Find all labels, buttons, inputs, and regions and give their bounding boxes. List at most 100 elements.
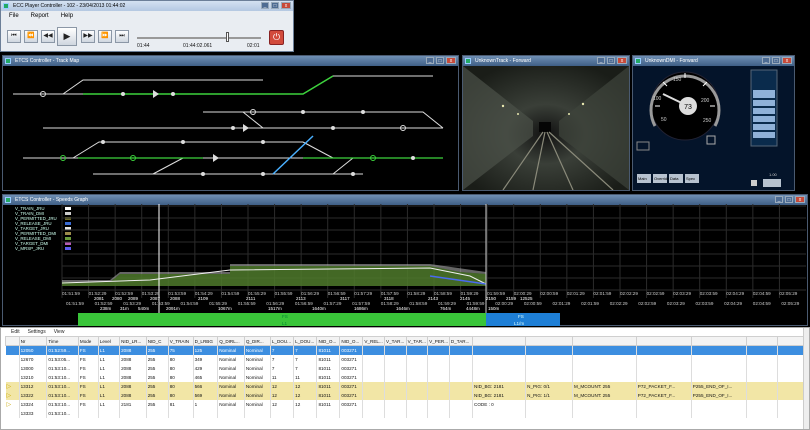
table-row[interactable]: ▷ 13324 01:53:10... FS L1 2181 255 81 1 Nominal No… bbox=[5, 399, 809, 409]
table-row[interactable]: 13333 01:53:10... bbox=[5, 408, 809, 418]
dmi-data-button[interactable]: Data bbox=[670, 176, 679, 181]
row-marker bbox=[5, 345, 20, 355]
column-header[interactable] bbox=[635, 336, 692, 346]
table-row[interactable]: ▷ 13312 01:53:10... FS L1 2088 255 80 566 Nominal… bbox=[5, 381, 809, 391]
close-button[interactable]: x bbox=[617, 57, 627, 64]
close-button[interactable]: x bbox=[782, 57, 792, 64]
table-cell bbox=[362, 345, 385, 355]
column-header[interactable]: NID_LR... bbox=[119, 336, 147, 346]
x-tick-label-secondary: 02:04:29 bbox=[724, 301, 742, 306]
column-header[interactable]: V_TAR... bbox=[405, 336, 429, 346]
table-cell: 01:53:05... bbox=[46, 354, 79, 364]
menu-report[interactable]: Report bbox=[31, 13, 49, 19]
table-cell: 566 bbox=[193, 381, 219, 391]
close-button[interactable]: x bbox=[446, 57, 456, 64]
column-header[interactable] bbox=[690, 336, 748, 346]
table-cell bbox=[427, 363, 450, 373]
column-header[interactable]: L_DOU... bbox=[293, 336, 318, 346]
table-cell: 2088 bbox=[119, 363, 147, 373]
column-header[interactable] bbox=[5, 336, 20, 346]
menu-file[interactable]: File bbox=[9, 13, 19, 19]
minimize-button[interactable]: _ bbox=[261, 2, 269, 9]
table-cell bbox=[427, 399, 450, 409]
column-header[interactable]: Q_DIRL... bbox=[217, 336, 245, 346]
table-cell: P255_END_OF_I... bbox=[691, 390, 748, 400]
table-cell bbox=[362, 354, 385, 364]
table-cell: 125 bbox=[193, 345, 219, 355]
timeline-slider-track[interactable] bbox=[137, 37, 261, 39]
column-header[interactable]: NID_O... bbox=[316, 336, 341, 346]
skip-first-button[interactable]: ⏮ bbox=[7, 30, 21, 43]
rewind-fast-button[interactable]: ⏪ bbox=[24, 30, 38, 43]
camera-titlebar: UnknownTrack - Forward _ □ x bbox=[463, 56, 629, 66]
power-stop-button[interactable]: ⏻ bbox=[269, 30, 284, 45]
column-header[interactable] bbox=[525, 336, 574, 346]
minimize-button[interactable]: _ bbox=[597, 57, 605, 64]
column-header[interactable]: Level bbox=[97, 336, 121, 346]
skip-last-button[interactable]: ⏭ bbox=[115, 30, 129, 43]
dmi-right-button[interactable] bbox=[763, 179, 781, 187]
minimize-button[interactable]: _ bbox=[762, 57, 770, 64]
maximize-button[interactable]: □ bbox=[772, 57, 780, 64]
table-row[interactable]: 12050 01:52:59... FS L1 2088 255 75 125 Nominal N… bbox=[5, 345, 809, 355]
forward-fast-button[interactable]: ⏩ bbox=[98, 30, 112, 43]
x-tick-label: 01:58:29 bbox=[407, 291, 425, 296]
column-header[interactable]: Q_DIR... bbox=[243, 336, 271, 346]
table-row[interactable]: 12670 01:53:05... FS L1 2088 255 80 349 Nominal N… bbox=[5, 354, 809, 364]
menu-edit[interactable]: Edit bbox=[11, 329, 20, 335]
distance-label: 1640m bbox=[312, 306, 326, 311]
row-marker bbox=[5, 408, 20, 418]
table-cell bbox=[525, 354, 574, 364]
table-row[interactable]: 13000 01:53:10... FS L1 2088 255 80 429 Nominal N… bbox=[5, 363, 809, 373]
table-cell bbox=[746, 354, 779, 364]
menu-help[interactable]: Help bbox=[61, 13, 73, 19]
balise-label: 2150 bbox=[486, 296, 497, 301]
table-cell: 01:53:10... bbox=[46, 372, 79, 382]
table-row[interactable]: ▷ 13322 01:53:10... FS L1 2088 255 80 569 Nominal… bbox=[5, 390, 809, 400]
table-cell: 003271 bbox=[339, 345, 364, 355]
column-header[interactable]: V_TRAIN bbox=[167, 336, 194, 346]
column-header[interactable]: D_LRBG bbox=[192, 336, 219, 346]
x-tick-label-secondary: 02:02:59 bbox=[638, 301, 656, 306]
close-button[interactable]: x bbox=[281, 2, 291, 9]
dmi-main-button[interactable]: Main bbox=[638, 176, 647, 181]
dmi-override-button[interactable]: Override bbox=[654, 176, 670, 181]
step-back-button[interactable]: ◀◀ bbox=[41, 30, 55, 43]
table-scrollbar[interactable] bbox=[803, 328, 809, 429]
column-header[interactable]: L_DOU... bbox=[269, 336, 295, 346]
table-cell: 255 bbox=[146, 345, 169, 355]
column-header[interactable]: V_REL... bbox=[362, 336, 385, 346]
column-header[interactable]: NID_O... bbox=[339, 336, 364, 346]
column-header[interactable] bbox=[572, 336, 637, 346]
play-button[interactable]: ▶ bbox=[57, 27, 77, 46]
column-header[interactable]: D_TAR... bbox=[448, 336, 474, 346]
table-cell: Nominal bbox=[244, 381, 271, 391]
dmi-spec-button[interactable]: Spec bbox=[686, 176, 695, 181]
table-cell bbox=[691, 399, 748, 409]
column-header[interactable]: V_TAR... bbox=[384, 336, 407, 346]
speed-graph-canvas[interactable]: 01:51:59 01:52:29 01:52:59 01:53:29 01:53:59… bbox=[0, 194, 810, 330]
table-cell: 81011 bbox=[316, 354, 341, 364]
maximize-button[interactable]: □ bbox=[436, 57, 444, 64]
column-header[interactable] bbox=[746, 336, 779, 346]
table-cell: 2088 bbox=[119, 372, 147, 382]
table-cell bbox=[525, 408, 574, 418]
track-map-canvas[interactable] bbox=[3, 66, 458, 190]
balise-label: 2113 bbox=[296, 296, 306, 301]
column-header[interactable]: NID_C bbox=[145, 336, 169, 346]
step-forward-button[interactable]: ▶▶ bbox=[81, 30, 95, 43]
column-header[interactable]: Time bbox=[46, 336, 79, 346]
column-header[interactable]: V_PER... bbox=[427, 336, 450, 346]
minimize-button[interactable]: _ bbox=[426, 57, 434, 64]
column-header[interactable] bbox=[472, 336, 527, 346]
maximize-button[interactable]: □ bbox=[607, 57, 615, 64]
maximize-button[interactable]: □ bbox=[271, 2, 279, 9]
table-cell bbox=[636, 399, 692, 409]
timeline-slider-thumb[interactable] bbox=[226, 32, 229, 42]
menu-settings[interactable]: Settings bbox=[28, 329, 46, 335]
menu-view[interactable]: View bbox=[54, 329, 65, 335]
column-header[interactable]: Mode bbox=[77, 336, 99, 346]
table-cell bbox=[362, 363, 385, 373]
column-header[interactable]: Nr bbox=[18, 336, 48, 346]
table-row[interactable]: 13210 01:53:10... FS L1 2088 255 80 465 Nominal N… bbox=[5, 372, 809, 382]
